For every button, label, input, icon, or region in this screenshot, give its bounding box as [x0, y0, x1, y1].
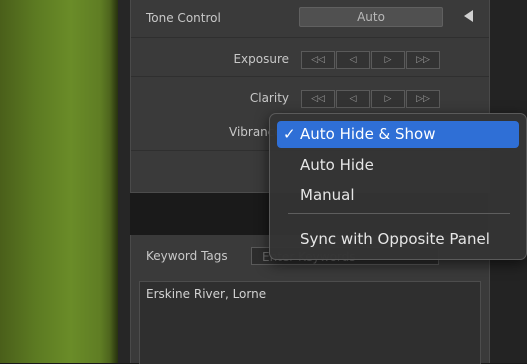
checkmark-icon: ✓: [283, 125, 296, 143]
exposure-stepper: ◁◁ ◁ ▷ ▷▷: [301, 51, 441, 69]
clarity-stepper: ◁◁ ◁ ▷ ▷▷: [301, 90, 441, 108]
divider: [131, 37, 489, 38]
clarity-label: Clarity: [249, 91, 289, 105]
clarity-increase-large-button[interactable]: ▷▷: [406, 90, 440, 108]
menu-item-label: Auto Hide & Show: [300, 125, 436, 143]
tone-control-label: Tone Control: [146, 11, 221, 25]
panel-gutter: [118, 0, 130, 363]
menu-item-label: Manual: [300, 186, 355, 204]
exposure-decrease-button[interactable]: ◁: [336, 51, 370, 69]
menu-item-manual[interactable]: Manual: [277, 182, 519, 209]
menu-divider: [288, 213, 510, 214]
auto-tone-button[interactable]: Auto: [299, 7, 443, 27]
clarity-decrease-button[interactable]: ◁: [336, 90, 370, 108]
menu-item-auto-hide[interactable]: Auto Hide: [277, 152, 519, 179]
panel-collapse-triangle-icon[interactable]: [464, 10, 473, 22]
exposure-increase-large-button[interactable]: ▷▷: [406, 51, 440, 69]
keyword-tags-value: Erskine River, Lorne: [146, 287, 267, 301]
exposure-label: Exposure: [233, 52, 289, 66]
keyword-tags-area[interactable]: Erskine River, Lorne: [139, 281, 481, 364]
photo-preview: [0, 0, 118, 363]
menu-item-label: Sync with Opposite Panel: [300, 230, 490, 248]
clarity-decrease-large-button[interactable]: ◁◁: [301, 90, 335, 108]
keyword-tags-label: Keyword Tags: [146, 249, 228, 263]
exposure-decrease-large-button[interactable]: ◁◁: [301, 51, 335, 69]
clarity-increase-button[interactable]: ▷: [371, 90, 405, 108]
exposure-increase-button[interactable]: ▷: [371, 51, 405, 69]
menu-item-sync-with-opposite-panel[interactable]: Sync with Opposite Panel: [277, 226, 519, 253]
menu-item-auto-hide-show[interactable]: ✓ Auto Hide & Show: [277, 121, 519, 148]
divider: [131, 76, 489, 77]
panel-visibility-menu: ✓ Auto Hide & Show Auto Hide Manual Sync…: [269, 113, 527, 260]
menu-item-label: Auto Hide: [300, 156, 374, 174]
